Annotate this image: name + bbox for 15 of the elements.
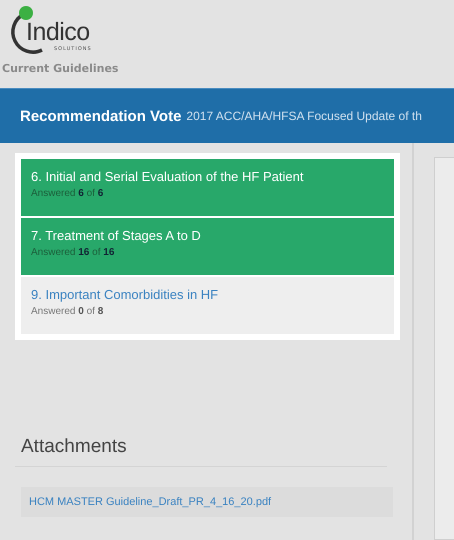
section-title: 9. Important Comorbidities in HF: [31, 287, 220, 302]
answered-count: Answered 0 of 8: [31, 306, 104, 317]
section-item[interactable]: 6. Initial and Serial Evaluation of the HF Patient Answered 6 of 6: [21, 159, 394, 216]
logo-name: Indico: [26, 18, 90, 46]
section-item[interactable]: 9. Important Comorbidities in HF Answered 0 of 8: [21, 277, 394, 334]
attachment-link[interactable]: HCM MASTER Guideline_Draft_PR_4_16_20.pdf: [21, 487, 393, 517]
banner-subtitle: 2017 ACC/AHA/HFSA Focused Update of th: [186, 109, 422, 123]
banner-title: Recommendation Vote: [20, 108, 182, 124]
answered-count: Answered 6 of 6: [31, 188, 104, 199]
section-title: 7. Treatment of Stages A to D: [31, 228, 202, 243]
attachments-heading: Attachments: [21, 436, 127, 457]
section-item[interactable]: 7. Treatment of Stages A to D Answered 16 of 16: [21, 218, 394, 275]
breadcrumb[interactable]: Current Guidelines: [2, 62, 118, 75]
section-title: 6. Initial and Serial Evaluation of the HF Patient: [31, 169, 304, 184]
answered-count: Answered 16 of 16: [31, 247, 116, 258]
